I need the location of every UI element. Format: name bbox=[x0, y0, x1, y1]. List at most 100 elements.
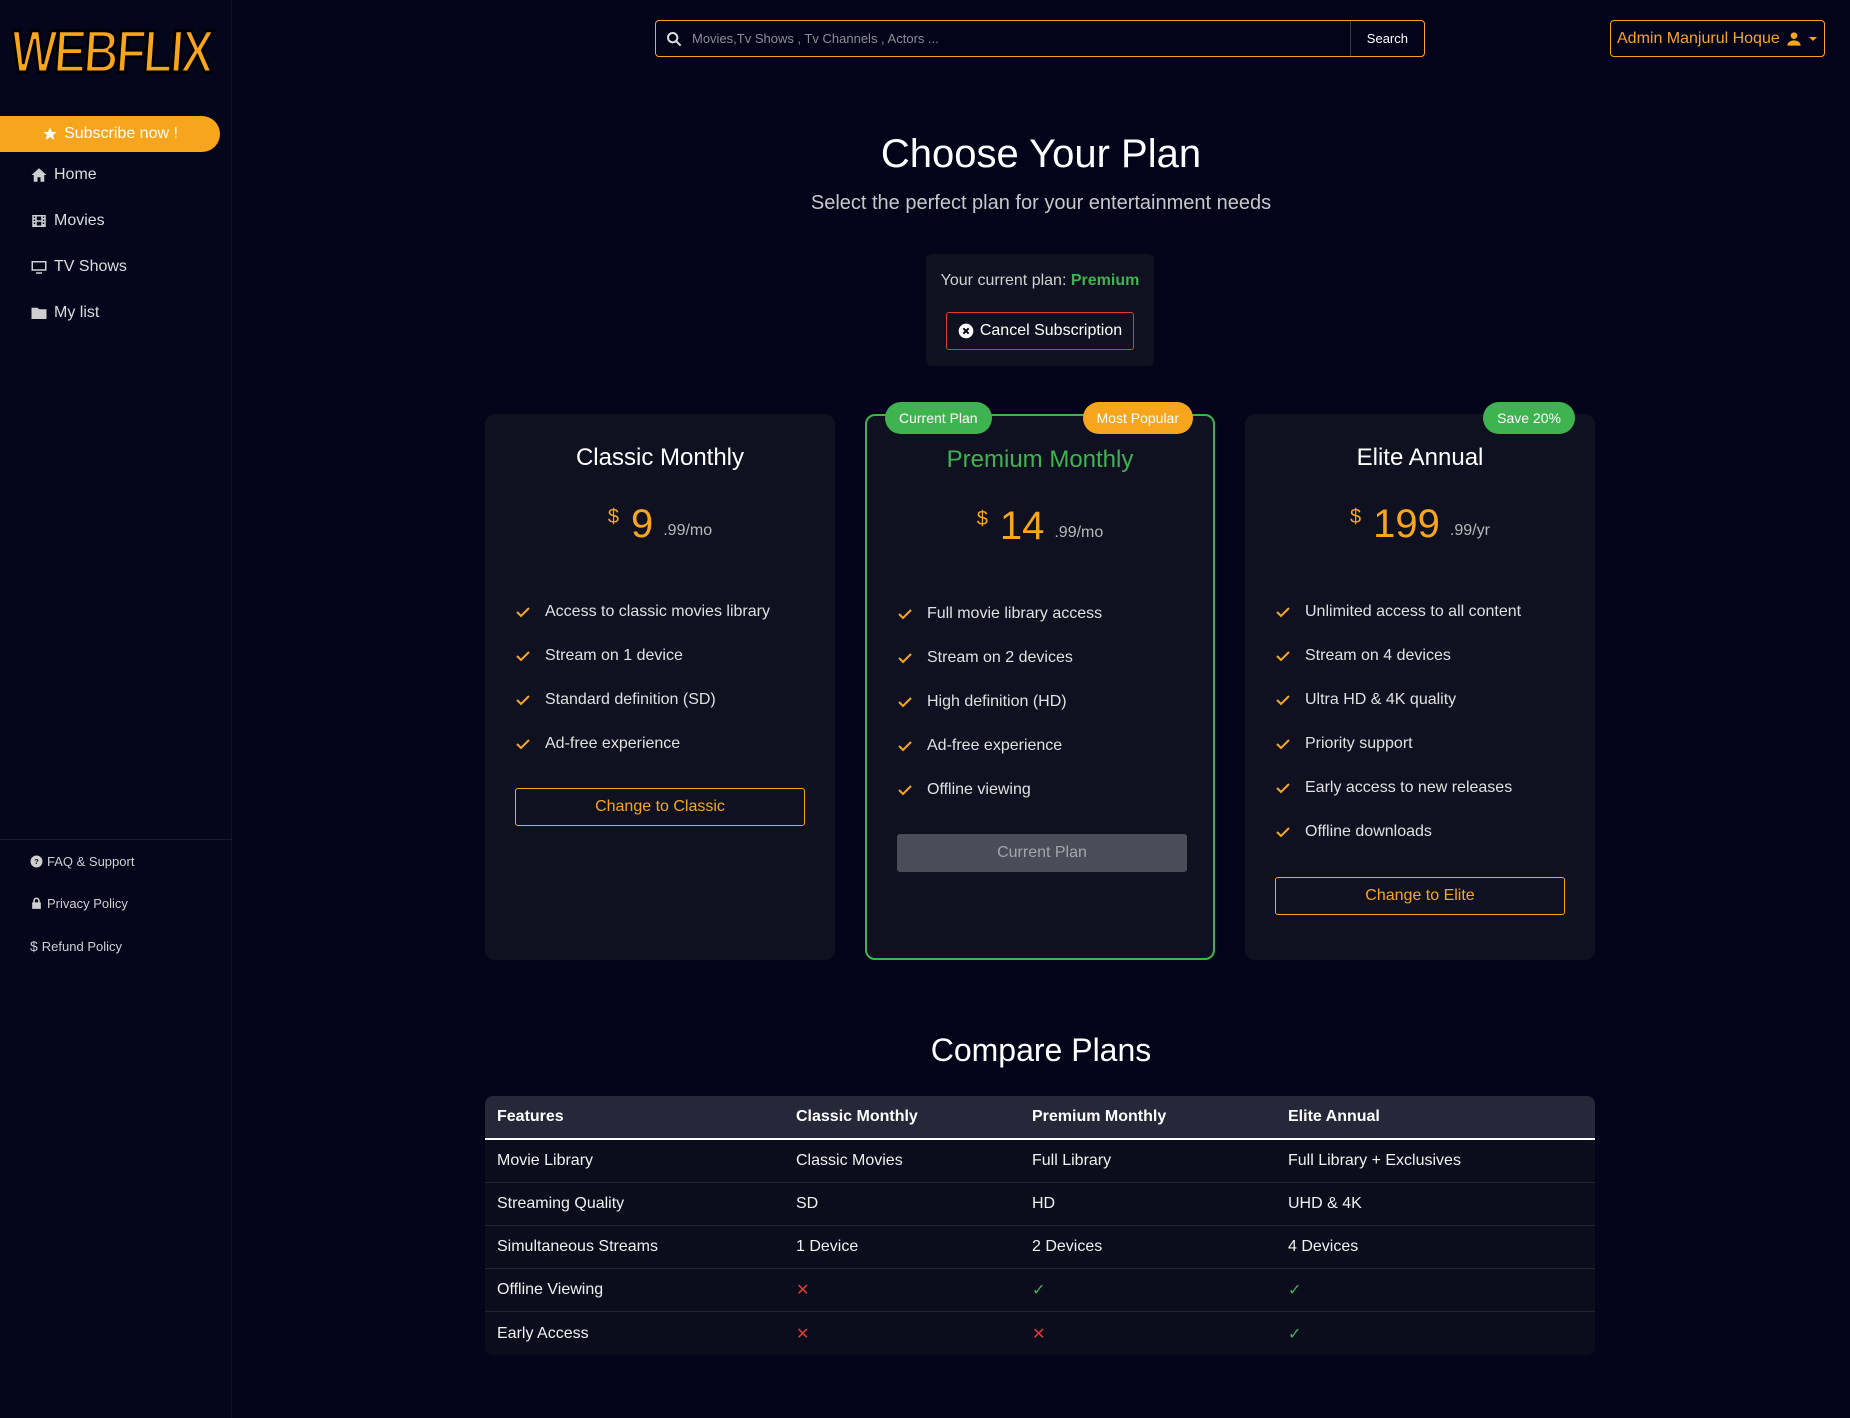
webflix-logo[interactable]: WEBFLIX bbox=[10, 12, 220, 88]
table-header-row: Features Classic Monthly Premium Monthly… bbox=[485, 1096, 1595, 1140]
user-menu-button[interactable]: Admin Manjurul Hoque bbox=[1610, 20, 1825, 57]
change-to-elite-button[interactable]: Change to Elite bbox=[1275, 877, 1565, 915]
feature-label: Stream on 4 devices bbox=[1305, 647, 1451, 664]
check-icon: ✓ bbox=[1288, 1282, 1302, 1299]
cancel-subscription-label: Cancel Subscription bbox=[979, 322, 1123, 339]
column-header: Premium Monthly bbox=[1032, 1108, 1167, 1125]
plan-title: Elite Annual bbox=[1356, 444, 1484, 471]
check-icon bbox=[1276, 651, 1290, 662]
plan-card-elite: Save 20% Elite Annual $ 199 .99/yr Unlim… bbox=[1245, 402, 1595, 960]
current-plan-button[interactable]: Current Plan bbox=[897, 834, 1187, 872]
svg-text:?: ? bbox=[34, 857, 39, 866]
compare-title: Compare Plans bbox=[930, 1032, 1152, 1068]
table-cell: Simultaneous Streams bbox=[497, 1238, 658, 1255]
sidebar-item-home[interactable]: Home bbox=[30, 166, 97, 184]
table-cell: Classic Movies bbox=[796, 1152, 903, 1169]
check-icon bbox=[898, 653, 912, 664]
price-period: .99/mo bbox=[1054, 524, 1104, 541]
check-icon bbox=[1276, 783, 1290, 794]
faq-support-link[interactable]: ? FAQ & Support bbox=[30, 854, 134, 869]
search-button[interactable]: Search bbox=[1349, 21, 1424, 56]
feature-label: Ad-free experience bbox=[545, 735, 681, 752]
feature-item: Offline downloads bbox=[1275, 810, 1575, 854]
price-period: .99/mo bbox=[663, 522, 713, 539]
subscribe-label: Subscribe now ! bbox=[64, 125, 178, 142]
check-icon bbox=[898, 785, 912, 796]
feature-list: Full movie library access Stream on 2 de… bbox=[897, 592, 1193, 812]
lock-icon bbox=[32, 897, 41, 909]
save-badge: Save 20% bbox=[1483, 402, 1575, 434]
plan-price: $ 14 .99/mo bbox=[867, 504, 1213, 548]
feature-item: Offline viewing bbox=[897, 768, 1193, 812]
price-amount: 14 bbox=[999, 504, 1045, 548]
privacy-policy-link[interactable]: Privacy Policy bbox=[30, 896, 128, 911]
feature-item: Early access to new releases bbox=[1275, 766, 1575, 810]
change-to-classic-button[interactable]: Change to Classic bbox=[515, 788, 805, 826]
subscribe-button[interactable]: Subscribe now ! bbox=[0, 116, 220, 152]
check-icon bbox=[516, 739, 530, 750]
feature-list: Unlimited access to all content Stream o… bbox=[1275, 590, 1575, 854]
feature-label: Unlimited access to all content bbox=[1305, 603, 1522, 620]
check-icon: ✓ bbox=[1288, 1325, 1302, 1343]
search-input[interactable] bbox=[692, 21, 1350, 56]
price-currency: $ bbox=[607, 506, 619, 528]
plan-title: Premium Monthly bbox=[946, 446, 1134, 473]
sidebar-divider bbox=[0, 839, 232, 840]
sidebar-item-label: My list bbox=[54, 304, 100, 321]
check-icon bbox=[516, 695, 530, 706]
feature-label: Priority support bbox=[1305, 735, 1413, 752]
dollar-icon: $ bbox=[30, 938, 38, 954]
feature-label: High definition (HD) bbox=[927, 693, 1067, 710]
price-currency: $ bbox=[1350, 506, 1362, 528]
price-period: .99/yr bbox=[1449, 522, 1490, 539]
column-header: Features bbox=[497, 1108, 564, 1125]
check-icon bbox=[516, 607, 530, 618]
cancel-subscription-button[interactable]: Cancel Subscription bbox=[946, 312, 1134, 350]
current-plan-prefix: Your current plan: bbox=[940, 272, 1067, 289]
search-icon bbox=[656, 31, 692, 47]
plan-title: Classic Monthly bbox=[575, 444, 745, 471]
tv-icon bbox=[31, 261, 47, 274]
feature-item: Stream on 1 device bbox=[515, 634, 815, 678]
most-popular-badge: Most Popular bbox=[1082, 402, 1193, 434]
star-icon bbox=[43, 127, 57, 140]
feature-label: Ad-free experience bbox=[927, 737, 1063, 754]
sidebar-item-movies[interactable]: Movies bbox=[30, 212, 105, 230]
caret-down-icon bbox=[1808, 36, 1817, 41]
check-icon bbox=[898, 697, 912, 708]
feature-label: Early access to new releases bbox=[1305, 779, 1513, 796]
feature-item: Stream on 2 devices bbox=[897, 636, 1193, 680]
price-amount: 9 bbox=[630, 502, 654, 546]
feature-item: Access to classic movies library bbox=[515, 590, 815, 634]
price-amount: 199 bbox=[1373, 502, 1440, 546]
table-cell: Movie Library bbox=[497, 1152, 594, 1169]
feature-label: Access to classic movies library bbox=[545, 603, 770, 620]
feature-item: Full movie library access bbox=[897, 592, 1193, 636]
refund-policy-link[interactable]: $ Refund Policy bbox=[30, 938, 122, 954]
table-cell: Full Library bbox=[1032, 1152, 1112, 1169]
feature-item: High definition (HD) bbox=[897, 680, 1193, 724]
table-cell: HD bbox=[1032, 1195, 1056, 1212]
price-currency: $ bbox=[976, 508, 988, 530]
cross-icon: ✕ bbox=[796, 1282, 810, 1299]
plan-card-classic: Classic Monthly $ 9 .99/mo Access to cla… bbox=[485, 414, 835, 960]
search-bar: Search bbox=[655, 20, 1425, 57]
sidebar-item-tv-shows[interactable]: TV Shows bbox=[30, 258, 127, 276]
film-icon bbox=[32, 215, 46, 227]
check-icon bbox=[898, 741, 912, 752]
sidebar-item-my-list[interactable]: My list bbox=[30, 304, 99, 322]
check-icon bbox=[516, 651, 530, 662]
user-icon bbox=[1787, 31, 1801, 46]
column-header: Classic Monthly bbox=[796, 1108, 918, 1125]
cross-icon: ✕ bbox=[796, 1325, 810, 1343]
current-plan-panel: Your current plan: Premium Cancel Subscr… bbox=[926, 254, 1154, 366]
home-icon bbox=[31, 168, 47, 182]
svg-text:WEBFLIX: WEBFLIX bbox=[10, 18, 216, 85]
folder-icon bbox=[31, 307, 47, 319]
question-circle-icon: ? bbox=[30, 855, 43, 868]
table-cell: Offline Viewing bbox=[497, 1281, 604, 1298]
check-icon: ✓ bbox=[1032, 1282, 1046, 1299]
table-cell: Streaming Quality bbox=[497, 1195, 625, 1212]
compare-table: Features Classic Monthly Premium Monthly… bbox=[485, 1096, 1595, 1355]
user-name: Admin Manjurul Hoque bbox=[1617, 29, 1780, 47]
